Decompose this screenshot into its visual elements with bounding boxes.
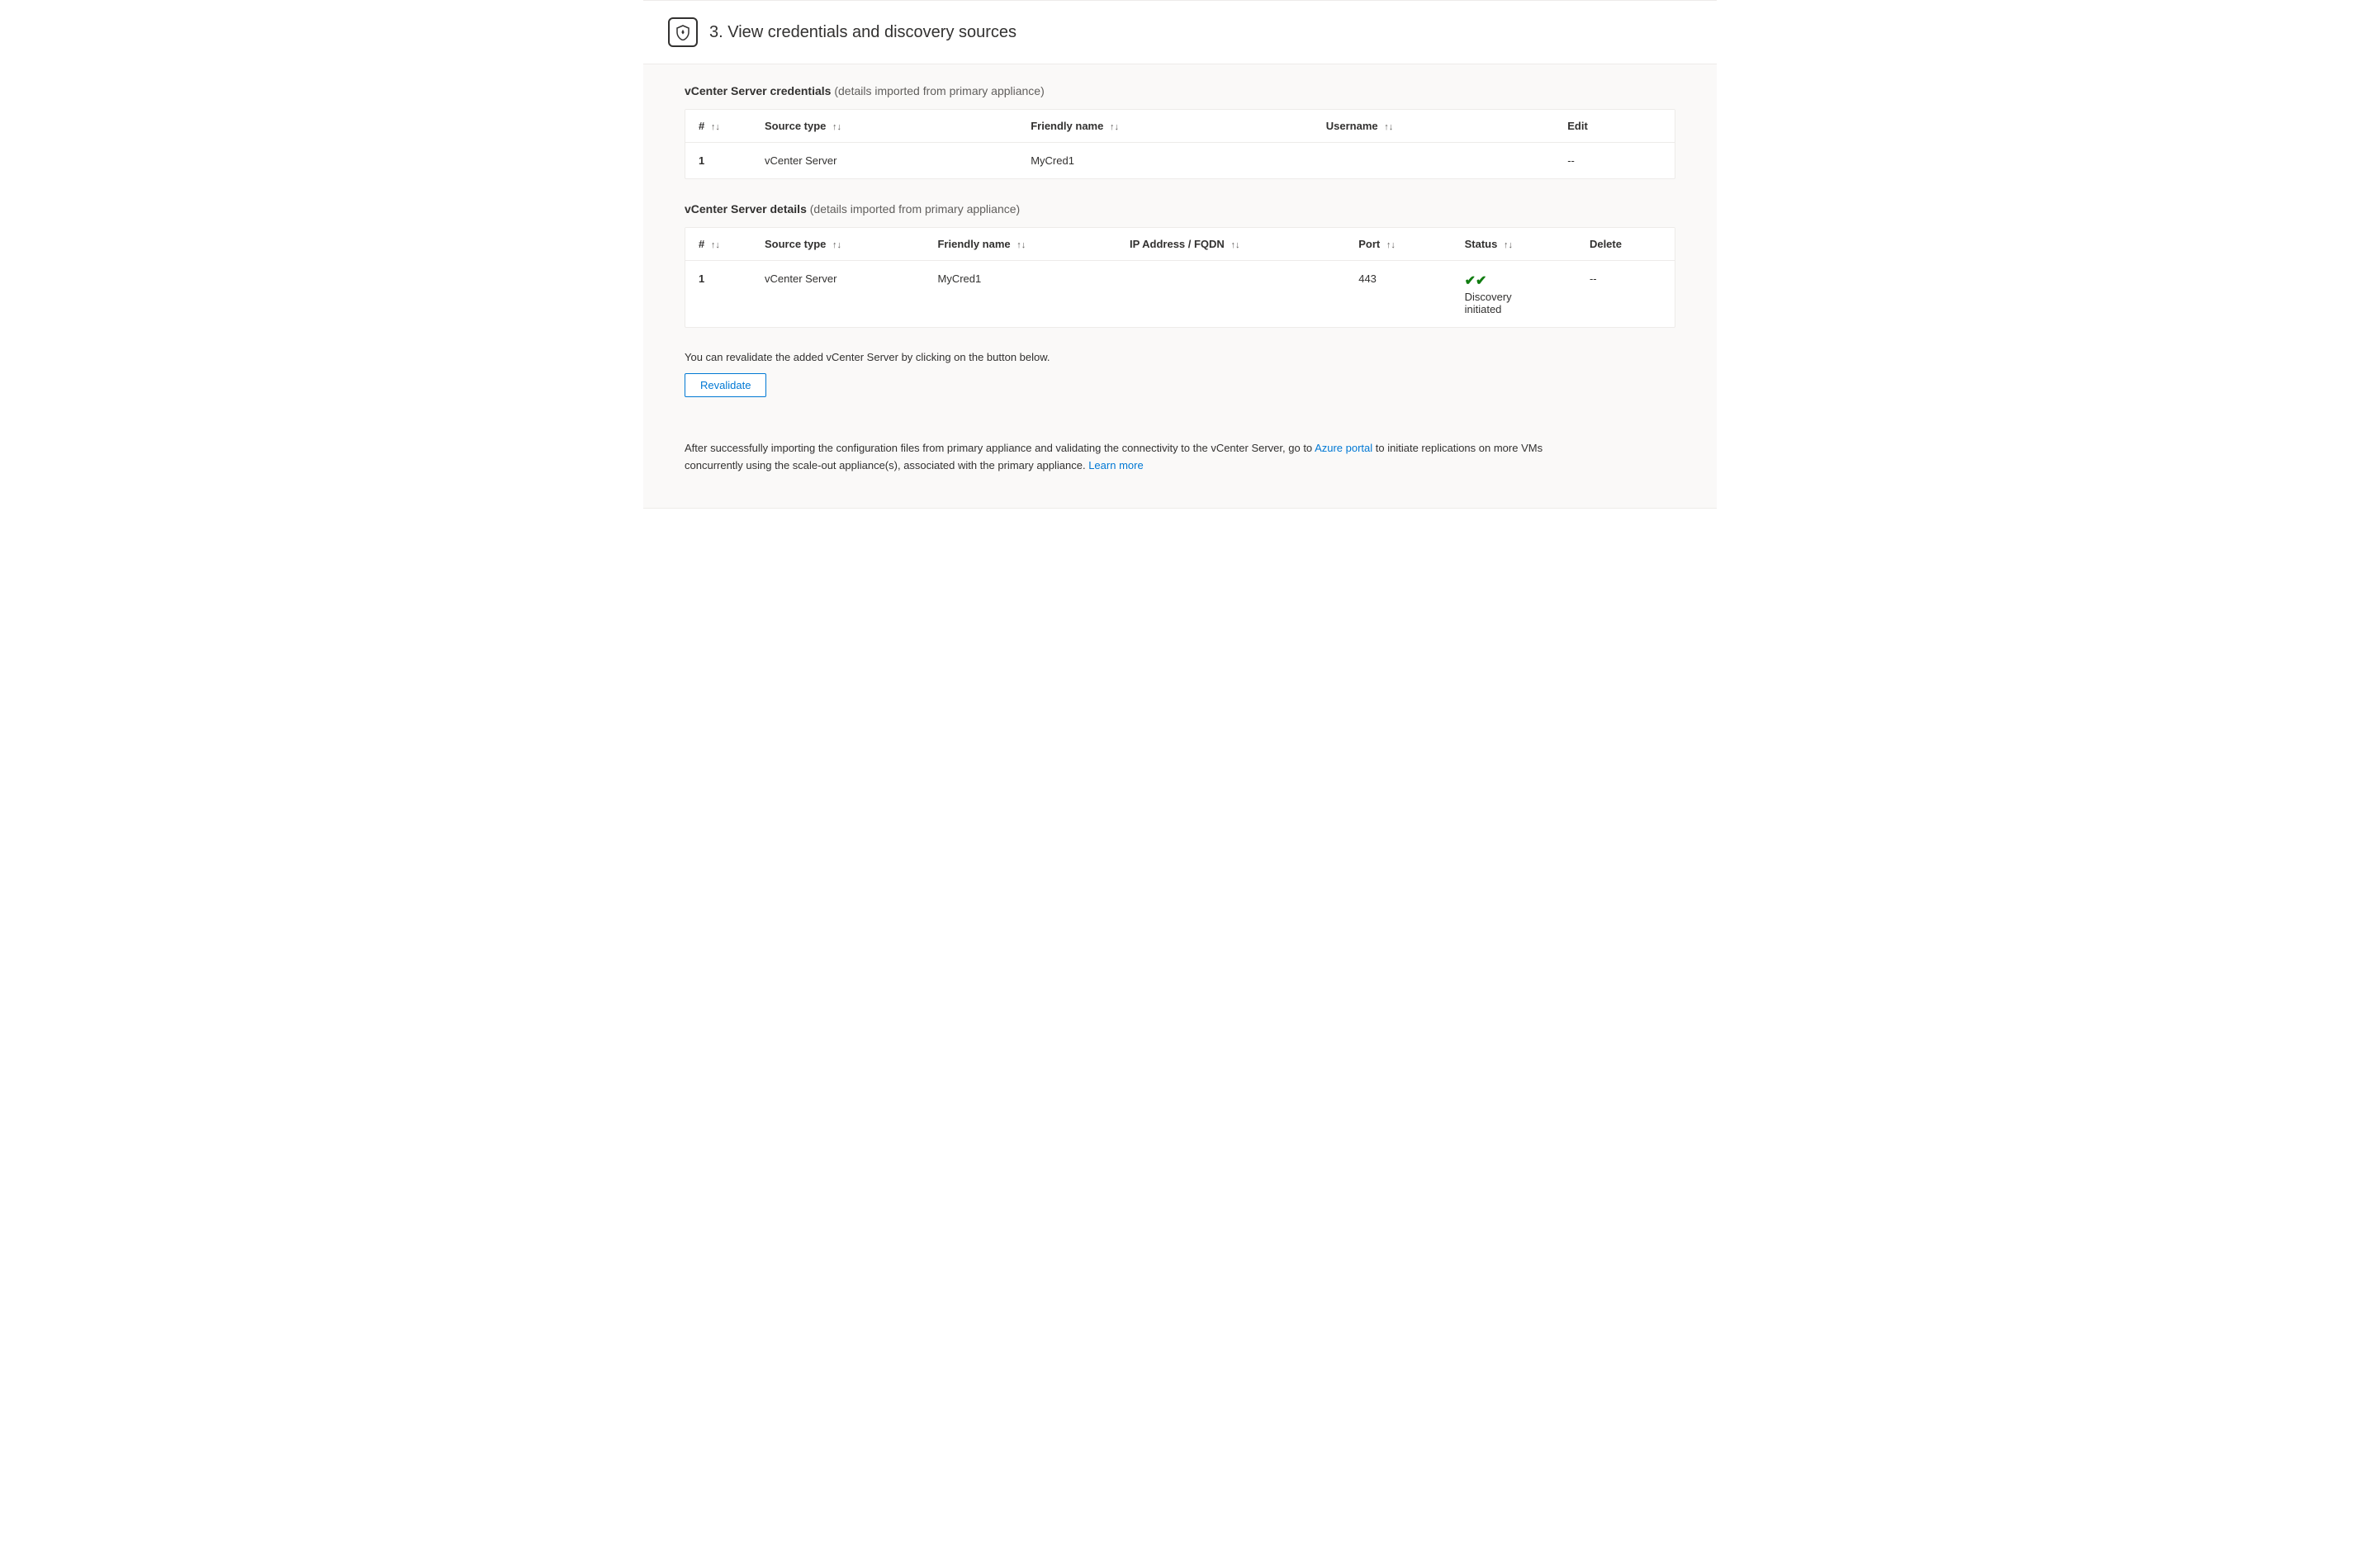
revalidate-button[interactable]: Revalidate bbox=[685, 373, 766, 397]
credentials-table-header: # ↑↓ Source type ↑↓ Friendly name ↑↓ Use… bbox=[685, 110, 1675, 143]
footer-text-before: After successfully importing the configu… bbox=[685, 442, 1315, 454]
cred-row-friendly-name: MyCred1 bbox=[1017, 143, 1313, 179]
det-col-friendly-name: Friendly name ↑↓ bbox=[924, 228, 1116, 261]
credentials-section: vCenter Server credentials (details impo… bbox=[685, 84, 1675, 179]
details-table-wrapper: # ↑↓ Source type ↑↓ Friendly name ↑↓ IP … bbox=[685, 227, 1675, 328]
credentials-section-title: vCenter Server credentials (details impo… bbox=[685, 84, 1675, 97]
details-title-bold: vCenter Server details bbox=[685, 202, 807, 216]
det-col-ip: IP Address / FQDN ↑↓ bbox=[1116, 228, 1345, 261]
sort-icon-username[interactable]: ↑↓ bbox=[1384, 122, 1393, 132]
det-row-source-type: vCenter Server bbox=[751, 261, 924, 328]
table-row: 1 vCenter Server MyCred1 443 ✔✔ Discover… bbox=[685, 261, 1675, 328]
details-section-title: vCenter Server details (details imported… bbox=[685, 202, 1675, 216]
det-sort-icon-status[interactable]: ↑↓ bbox=[1504, 240, 1513, 250]
details-table: # ↑↓ Source type ↑↓ Friendly name ↑↓ IP … bbox=[685, 228, 1675, 327]
credentials-table-wrapper: # ↑↓ Source type ↑↓ Friendly name ↑↓ Use… bbox=[685, 109, 1675, 179]
sort-icon-friendly[interactable]: ↑↓ bbox=[1110, 122, 1119, 132]
cred-col-friendly-name: Friendly name ↑↓ bbox=[1017, 110, 1313, 143]
cred-row-source-type: vCenter Server bbox=[751, 143, 1017, 179]
sort-icon-num[interactable]: ↑↓ bbox=[711, 122, 720, 132]
cred-row-edit: -- bbox=[1554, 143, 1675, 179]
det-sort-icon-friendly[interactable]: ↑↓ bbox=[1017, 240, 1026, 250]
credentials-table: # ↑↓ Source type ↑↓ Friendly name ↑↓ Use… bbox=[685, 110, 1675, 178]
credentials-title-normal: (details imported from primary appliance… bbox=[834, 84, 1044, 97]
det-sort-icon-ip[interactable]: ↑↓ bbox=[1230, 240, 1239, 250]
cred-row-num: 1 bbox=[685, 143, 751, 179]
det-row-delete: -- bbox=[1576, 261, 1675, 328]
det-col-source-type: Source type ↑↓ bbox=[751, 228, 924, 261]
learn-more-link[interactable]: Learn more bbox=[1088, 459, 1143, 471]
det-row-port: 443 bbox=[1345, 261, 1451, 328]
revalidate-info: You can revalidate the added vCenter Ser… bbox=[685, 351, 1675, 363]
details-section: vCenter Server details (details imported… bbox=[685, 202, 1675, 328]
cred-col-num: # ↑↓ bbox=[685, 110, 751, 143]
det-col-port: Port ↑↓ bbox=[1345, 228, 1451, 261]
page-header: 3. View credentials and discovery source… bbox=[643, 1, 1717, 64]
det-sort-icon-num[interactable]: ↑↓ bbox=[711, 240, 720, 250]
det-row-ip bbox=[1116, 261, 1345, 328]
det-col-num: # ↑↓ bbox=[685, 228, 751, 261]
details-table-body: 1 vCenter Server MyCred1 443 ✔✔ Discover… bbox=[685, 261, 1675, 328]
azure-portal-link[interactable]: Azure portal bbox=[1315, 442, 1372, 454]
details-title-normal: (details imported from primary appliance… bbox=[810, 202, 1020, 216]
main-content: vCenter Server credentials (details impo… bbox=[643, 64, 1717, 508]
det-sort-icon-source[interactable]: ↑↓ bbox=[832, 240, 841, 250]
det-col-status: Status ↑↓ bbox=[1452, 228, 1576, 261]
credentials-table-body: 1 vCenter Server MyCred1 -- bbox=[685, 143, 1675, 179]
footer-section: After successfully importing the configu… bbox=[685, 440, 1593, 475]
table-row: 1 vCenter Server MyCred1 -- bbox=[685, 143, 1675, 179]
det-col-delete: Delete bbox=[1576, 228, 1675, 261]
status-text: Discoveryinitiated bbox=[1465, 291, 1563, 315]
details-table-header: # ↑↓ Source type ↑↓ Friendly name ↑↓ IP … bbox=[685, 228, 1675, 261]
det-row-status: ✔✔ Discoveryinitiated bbox=[1452, 261, 1576, 328]
credentials-title-bold: vCenter Server credentials bbox=[685, 84, 831, 97]
det-row-num: 1 bbox=[685, 261, 751, 328]
det-row-friendly-name: MyCred1 bbox=[924, 261, 1116, 328]
sort-icon-source[interactable]: ↑↓ bbox=[832, 122, 841, 132]
cred-col-source-type: Source type ↑↓ bbox=[751, 110, 1017, 143]
footer-divider bbox=[643, 508, 1717, 509]
shield-icon bbox=[668, 17, 698, 47]
cred-col-edit: Edit bbox=[1554, 110, 1675, 143]
det-sort-icon-port[interactable]: ↑↓ bbox=[1386, 240, 1396, 250]
cred-row-username bbox=[1313, 143, 1554, 179]
cred-col-username: Username ↑↓ bbox=[1313, 110, 1554, 143]
revalidate-section: You can revalidate the added vCenter Ser… bbox=[685, 351, 1675, 417]
page-title: 3. View credentials and discovery source… bbox=[709, 23, 1017, 42]
check-icon: ✔✔ bbox=[1465, 272, 1563, 289]
